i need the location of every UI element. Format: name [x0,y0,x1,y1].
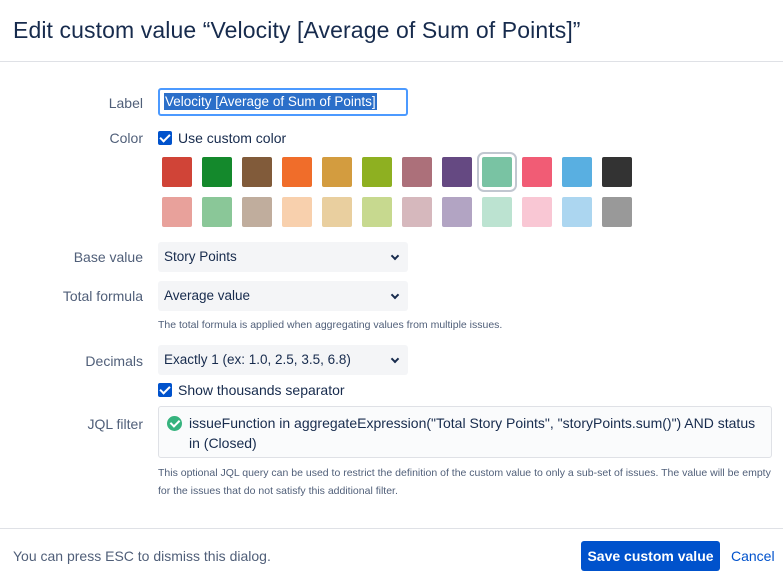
color-swatch[interactable] [242,157,272,187]
color-swatch[interactable] [562,197,592,227]
color-swatch[interactable] [442,157,472,187]
check-circle-icon [167,416,182,431]
color-swatch-grid [161,152,641,231]
color-swatch[interactable] [242,197,272,227]
color-swatch[interactable] [162,197,192,227]
color-swatch[interactable] [322,157,352,187]
total-formula-select[interactable]: Average value [158,281,408,311]
chevron-down-icon [390,290,400,300]
jql-filter-input[interactable]: issueFunction in aggregateExpression("To… [158,406,772,458]
use-custom-color-label[interactable]: Use custom color [178,130,286,146]
base-value-selected: Story Points [164,249,237,264]
decimals-label: Decimals [85,353,143,369]
color-swatch[interactable] [362,197,392,227]
decimals-selected: Exactly 1 (ex: 1.0, 2.5, 3.5, 6.8) [164,352,351,367]
jql-filter-value: issueFunction in aggregateExpression("To… [189,415,756,451]
color-swatch[interactable] [162,157,192,187]
thousands-separator-label[interactable]: Show thousands separator [178,382,345,398]
color-swatch[interactable] [442,197,472,227]
chevron-down-icon [390,354,400,364]
color-swatch[interactable] [602,197,632,227]
color-swatch[interactable] [562,157,592,187]
color-swatch[interactable] [522,157,552,187]
footer-hint: You can press ESC to dismiss this dialog… [13,548,271,564]
color-swatch[interactable] [402,157,432,187]
jql-filter-help: This optional JQL query can be used to r… [158,467,771,497]
color-swatch[interactable] [202,197,232,227]
color-swatch[interactable] [322,197,352,227]
chevron-down-icon [390,251,400,261]
color-swatch[interactable] [402,197,432,227]
dialog-header: Edit custom value “Velocity [Average of … [0,0,783,62]
label-input[interactable]: Velocity [Average of Sum of Points] [158,88,408,116]
use-custom-color-checkbox[interactable] [158,131,172,145]
label-field-label: Label [108,95,143,111]
thousands-separator-checkbox[interactable] [158,383,172,397]
total-formula-label: Total formula [62,288,143,304]
cancel-link[interactable]: Cancel [731,548,775,564]
color-swatch[interactable] [602,157,632,187]
color-swatch[interactable] [202,157,232,187]
color-swatch[interactable] [282,197,312,227]
total-formula-help: The total formula is applied when aggreg… [158,319,503,331]
base-value-label: Base value [73,249,143,265]
color-swatch[interactable] [282,157,312,187]
decimals-select[interactable]: Exactly 1 (ex: 1.0, 2.5, 3.5, 6.8) [158,345,408,375]
color-swatch[interactable] [362,157,392,187]
jql-filter-label: JQL filter [87,416,144,432]
color-swatch[interactable] [477,152,517,192]
dialog-title: Edit custom value “Velocity [Average of … [13,17,581,43]
color-field-label: Color [109,130,143,146]
color-swatch[interactable] [522,197,552,227]
dialog-footer: You can press ESC to dismiss this dialog… [0,528,783,579]
save-custom-value-button[interactable]: Save custom value [581,541,720,571]
total-formula-selected: Average value [164,288,251,303]
base-value-select[interactable]: Story Points [158,242,408,272]
color-swatch[interactable] [482,197,512,227]
label-input-value: Velocity [Average of Sum of Points] [164,93,377,110]
